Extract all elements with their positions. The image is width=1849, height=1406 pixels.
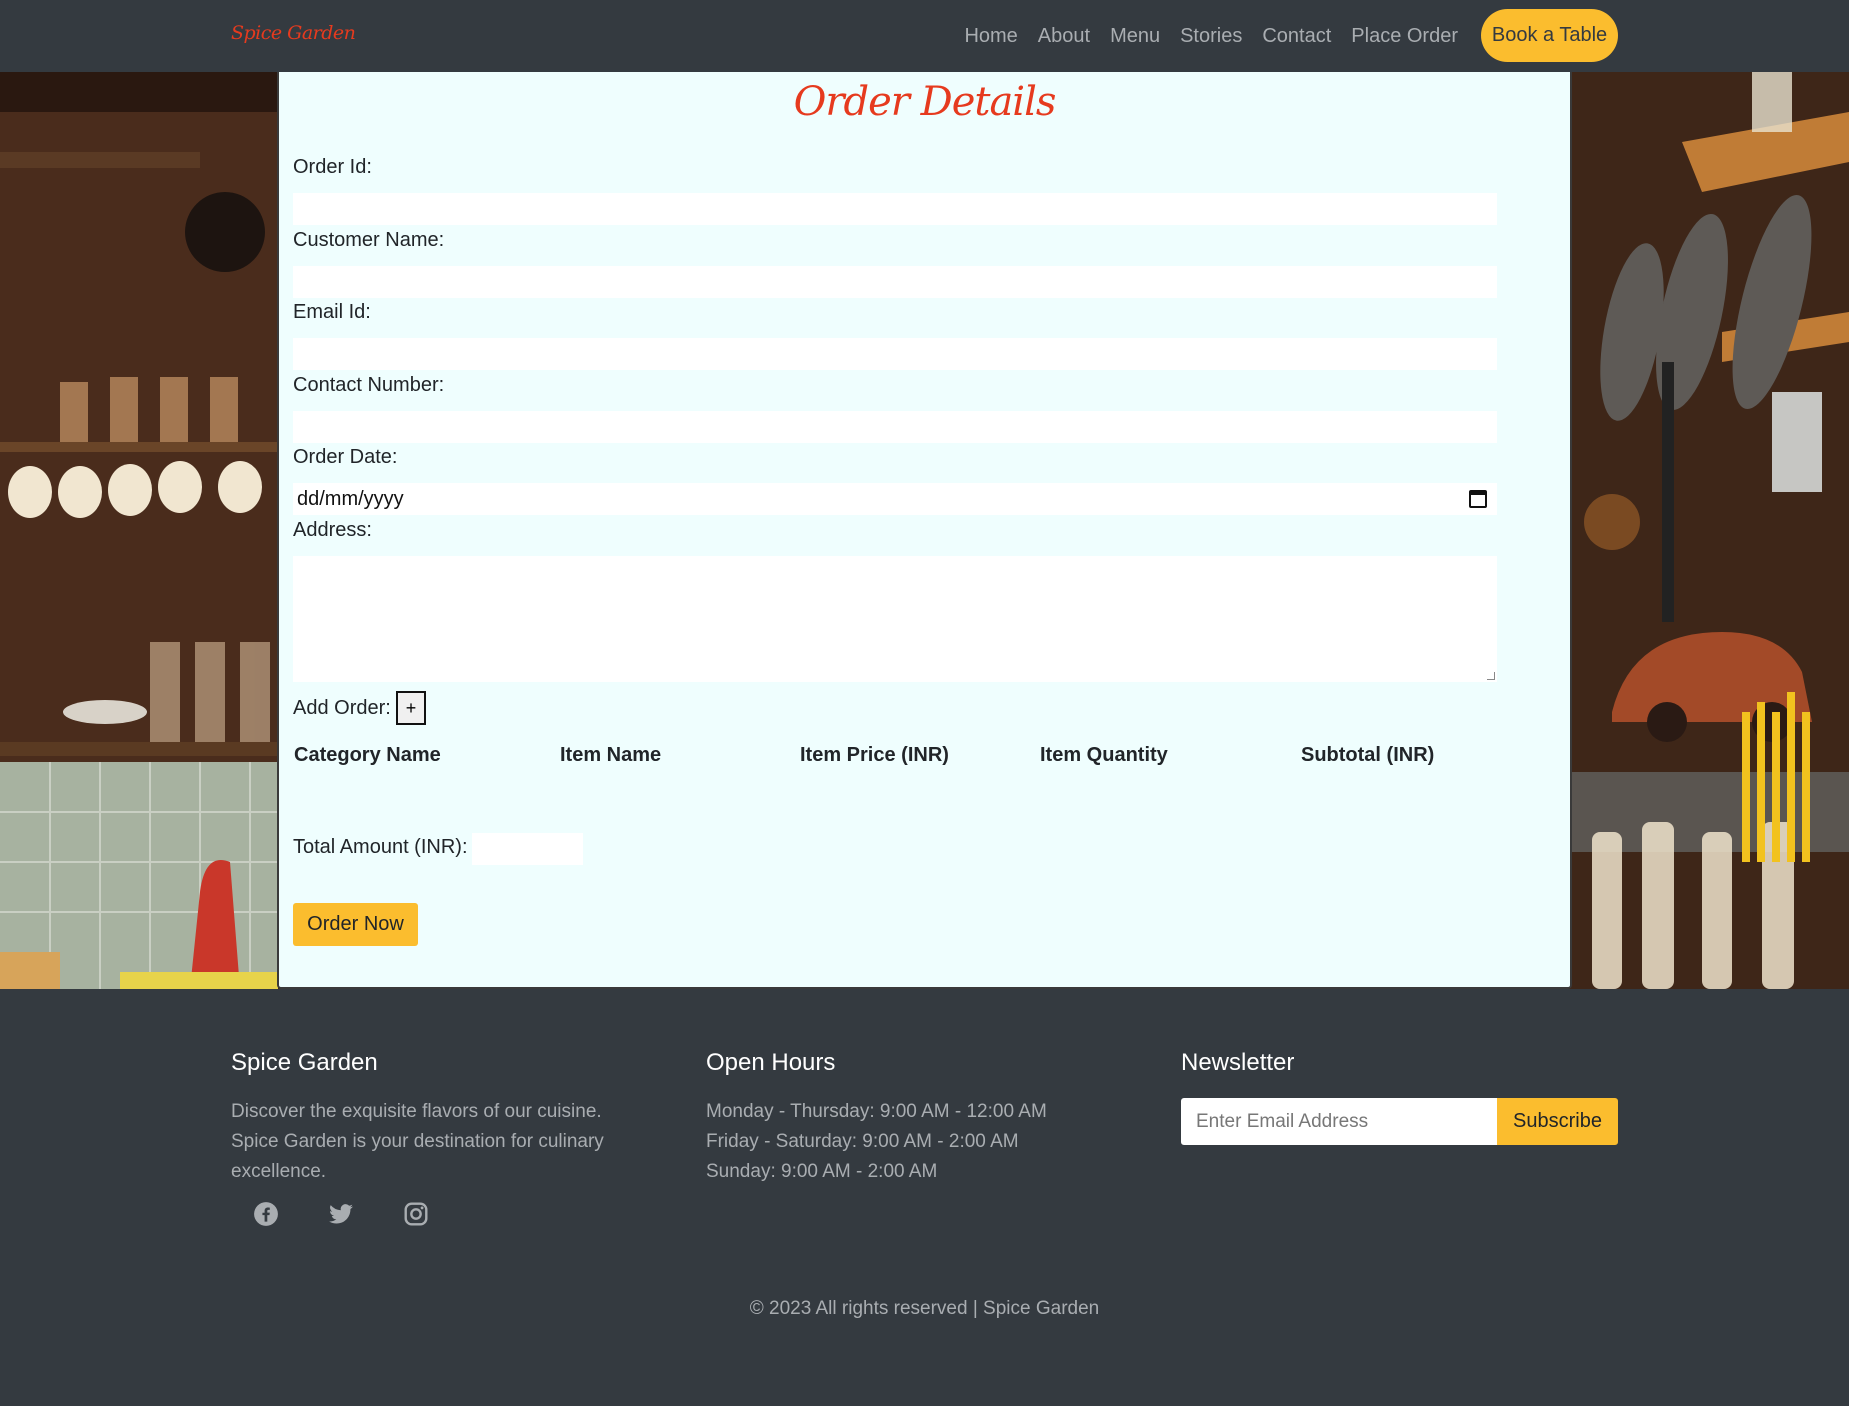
table-header-subtotal: Subtotal (INR): [1301, 744, 1435, 766]
email-label: Email Id:: [293, 301, 371, 323]
order-date-field[interactable]: dd/mm/yyyy: [293, 483, 1497, 515]
contact-number-field[interactable]: [293, 411, 1497, 443]
add-order-label: Add Order:: [293, 697, 391, 719]
footer-about-line: Spice Garden is your destination for cul…: [231, 1131, 604, 1152]
order-now-button[interactable]: Order Now: [293, 903, 418, 946]
footer-hours-list: Monday - Thursday: 9:00 AM - 12:00 AM Fr…: [706, 1097, 1047, 1187]
email-field[interactable]: [293, 338, 1497, 370]
address-textarea[interactable]: [293, 556, 1497, 682]
newsletter-email-input[interactable]: [1181, 1098, 1498, 1145]
facebook-icon[interactable]: [253, 1201, 279, 1227]
kitchen-photo-right: [1572, 72, 1849, 989]
total-amount-field[interactable]: [472, 833, 583, 865]
order-date-label: Order Date:: [293, 446, 398, 468]
order-date-placeholder: dd/mm/yyyy: [297, 487, 404, 510]
order-id-label: Order Id:: [293, 156, 372, 178]
table-header-item-quantity: Item Quantity: [1040, 744, 1168, 766]
footer-about-title: Spice Garden: [231, 1049, 378, 1076]
nav-link-home[interactable]: Home: [964, 25, 1017, 48]
brand-logo[interactable]: Spice Garden: [231, 22, 356, 44]
hours-line-weekday: Monday - Thursday: 9:00 AM - 12:00 AM: [706, 1101, 1047, 1122]
nav-link-place-order[interactable]: Place Order: [1351, 25, 1458, 48]
hours-line-sunday: Sunday: 9:00 AM - 2:00 AM: [706, 1161, 938, 1182]
nav-link-menu[interactable]: Menu: [1110, 25, 1160, 48]
footer-about-line: Discover the exquisite flavors of our cu…: [231, 1101, 602, 1122]
resize-grip-icon[interactable]: [1487, 672, 1495, 680]
nav-link-stories[interactable]: Stories: [1180, 25, 1242, 48]
footer-newsletter-title: Newsletter: [1181, 1049, 1295, 1076]
customer-name-field[interactable]: [293, 266, 1497, 298]
navbar: Spice Garden Home About Menu Stories Con…: [0, 0, 1849, 72]
address-label: Address:: [293, 519, 372, 541]
instagram-icon[interactable]: [403, 1201, 429, 1227]
book-table-button[interactable]: Book a Table: [1481, 9, 1618, 62]
footer-about-text: Discover the exquisite flavors of our cu…: [231, 1097, 604, 1187]
nav-links: Home About Menu Stories Contact Place Or…: [944, 0, 1458, 72]
order-id-field[interactable]: [293, 193, 1497, 225]
nav-link-contact[interactable]: Contact: [1262, 25, 1331, 48]
order-form-card: Order Details Order Id: Customer Name: E…: [277, 72, 1572, 989]
table-header-item-name: Item Name: [560, 744, 662, 766]
footer-about-line: excellence.: [231, 1161, 327, 1182]
add-order-button[interactable]: +: [396, 691, 426, 725]
customer-name-label: Customer Name:: [293, 229, 445, 251]
contact-number-label: Contact Number:: [293, 374, 445, 396]
form-title: Order Details: [793, 79, 1057, 125]
table-header-category: Category Name: [294, 744, 441, 766]
twitter-icon[interactable]: [328, 1201, 354, 1227]
kitchen-photo-left: [0, 72, 278, 989]
calendar-icon[interactable]: [1469, 490, 1487, 508]
hours-line-weekend: Friday - Saturday: 9:00 AM - 2:00 AM: [706, 1131, 1019, 1152]
total-amount-label: Total Amount (INR):: [293, 836, 468, 858]
table-header-item-price: Item Price (INR): [800, 744, 949, 766]
subscribe-button[interactable]: Subscribe: [1497, 1098, 1618, 1145]
footer-hours-title: Open Hours: [706, 1049, 836, 1076]
copyright-text: © 2023 All rights reserved | Spice Garde…: [749, 1298, 1100, 1319]
nav-link-about[interactable]: About: [1038, 25, 1090, 48]
